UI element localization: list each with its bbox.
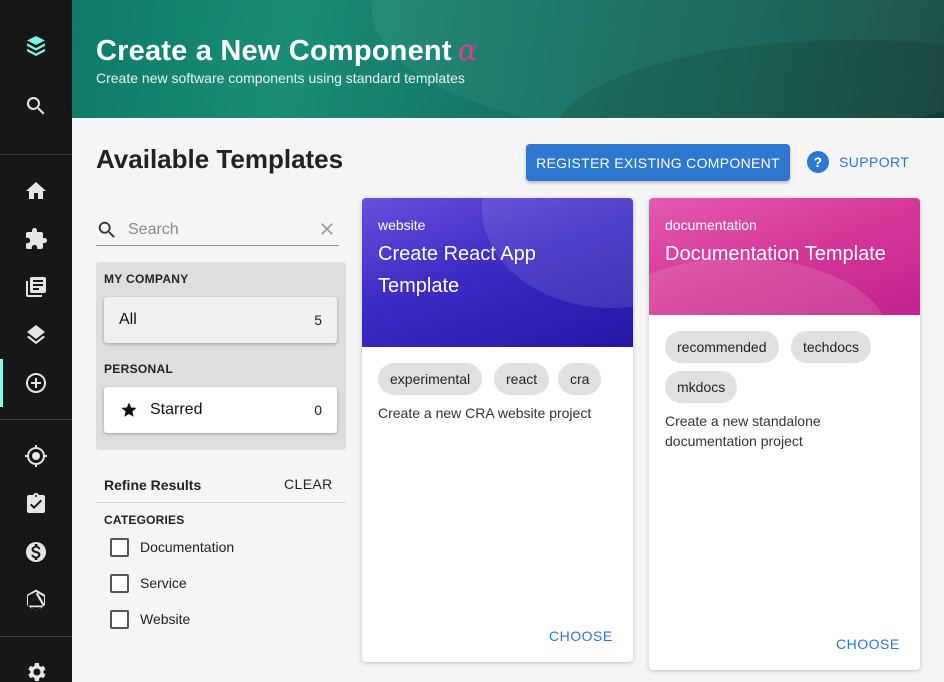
- checkbox[interactable]: [110, 609, 129, 629]
- home-icon[interactable]: [0, 167, 72, 215]
- filter-panel: MY COMPANY All 5 PERSONAL Starred 0: [96, 262, 346, 450]
- card-description-line: documentation project: [665, 433, 803, 449]
- help-icon: ?: [807, 151, 829, 173]
- refine-divider: [96, 502, 346, 503]
- filter-starred-button[interactable]: Starred 0: [104, 387, 337, 433]
- card-description: Create a new standalone documentation pr…: [665, 411, 821, 451]
- create-component-icon[interactable]: [0, 359, 72, 407]
- layers-icon[interactable]: [0, 311, 72, 359]
- support-label: SUPPORT: [839, 154, 910, 170]
- graphiql-icon[interactable]: [0, 576, 72, 624]
- tag-chip: mkdocs: [665, 371, 738, 403]
- filter-group-heading: PERSONAL: [104, 362, 174, 376]
- checkbox[interactable]: [110, 573, 129, 593]
- card-description-line: Create a new standalone: [665, 413, 821, 429]
- sidebar-divider: [0, 636, 72, 637]
- card-title: Documentation Template: [665, 238, 886, 270]
- page-header: Create a New Component α Create new softw…: [72, 0, 944, 118]
- tag-chip: react: [494, 363, 550, 395]
- category-service[interactable]: Service: [110, 573, 187, 593]
- category-website[interactable]: Website: [110, 609, 190, 629]
- category-documentation[interactable]: Documentation: [110, 537, 234, 557]
- page-title-text: Create a New Component: [96, 35, 452, 67]
- card-description: Create a new CRA website project: [378, 403, 591, 423]
- filter-item-count: 5: [314, 312, 322, 328]
- support-button[interactable]: ? SUPPORT: [806, 150, 909, 174]
- categories-heading: CATEGORIES: [104, 513, 185, 527]
- assignment-turned-in-icon[interactable]: [0, 480, 72, 528]
- register-existing-component-button[interactable]: REGISTER EXISTING COMPONENT: [526, 144, 790, 181]
- extension-icon[interactable]: [0, 215, 72, 263]
- card-title-line: Create React App: [378, 243, 536, 265]
- settings-icon[interactable]: [0, 648, 72, 682]
- tag-chip: techdocs: [791, 331, 872, 363]
- tag-chip: recommended: [665, 331, 779, 363]
- sidebar: [0, 0, 72, 682]
- filter-item-label: All: [119, 311, 137, 328]
- sidebar-divider: [0, 419, 72, 420]
- template-card: website Create React App Template experi…: [362, 198, 633, 662]
- filter-item-count: 0: [314, 402, 322, 418]
- library-books-icon[interactable]: [0, 263, 72, 311]
- search-field: [96, 214, 339, 246]
- cost-insights-icon[interactable]: [0, 528, 72, 576]
- category-label: Service: [140, 575, 187, 591]
- gps-target-icon[interactable]: [0, 432, 72, 480]
- content-title: Available Templates: [96, 144, 344, 174]
- filter-item-label: Starred: [150, 401, 203, 418]
- category-label: Website: [140, 611, 191, 627]
- card-title-line: Template: [378, 275, 460, 297]
- filter-all-button[interactable]: All 5: [104, 297, 337, 343]
- backstage-logo-icon[interactable]: [0, 22, 72, 70]
- clear-filters-button[interactable]: CLEAR: [284, 476, 333, 492]
- filter-group-heading: MY COMPANY: [104, 272, 189, 286]
- card-title: Create React App Template: [378, 238, 536, 302]
- search-icon[interactable]: [0, 82, 72, 130]
- tag-chip: cra: [558, 363, 602, 395]
- search-input[interactable]: [128, 219, 308, 241]
- choose-button[interactable]: CHOOSE: [549, 628, 613, 644]
- sidebar-divider: [0, 154, 72, 155]
- page-subtitle: Create new software components using sta…: [96, 70, 465, 86]
- alpha-badge: α: [457, 33, 478, 67]
- checkbox[interactable]: [110, 537, 129, 557]
- star-icon: [120, 401, 138, 419]
- template-card: documentation Documentation Template rec…: [649, 198, 920, 670]
- clear-search-icon[interactable]: [317, 219, 337, 239]
- card-header: website Create React App Template: [362, 198, 633, 347]
- page-title: Create a New Component α: [96, 33, 477, 68]
- card-type: documentation: [665, 217, 757, 233]
- tag-chip: experimental: [378, 363, 483, 395]
- card-title-line: Documentation Template: [665, 243, 886, 265]
- card-type: website: [378, 217, 426, 233]
- card-header: documentation Documentation Template: [649, 198, 920, 315]
- refine-results-title: Refine Results: [104, 477, 202, 493]
- card-description-line: Create a new CRA website project: [378, 405, 592, 421]
- category-label: Documentation: [140, 539, 235, 555]
- search-icon: [96, 219, 118, 241]
- choose-button[interactable]: CHOOSE: [836, 636, 900, 652]
